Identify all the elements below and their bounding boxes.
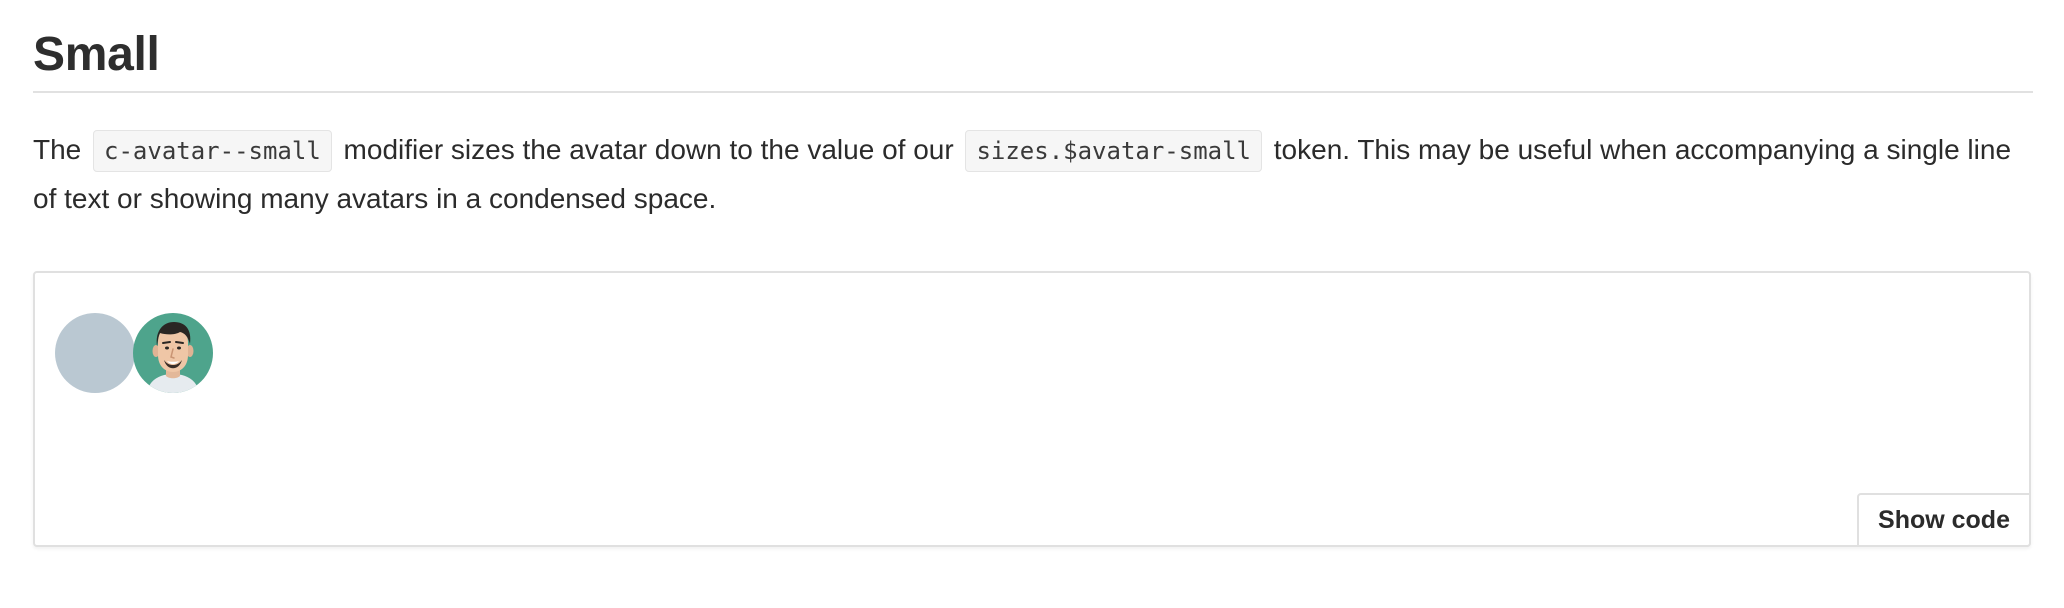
inline-code-modifier: c-avatar--small [93,130,332,172]
inline-code-token: sizes.$avatar-small [965,130,1262,172]
example-preview-panel: Show code [33,271,2031,547]
description-text: modifier sizes the avatar down to the va… [335,134,962,165]
section-description: The c-avatar--small modifier sizes the a… [33,126,2023,223]
section-heading: Small [33,28,160,81]
avatar-photo [133,313,213,393]
person-photo-icon [147,322,199,393]
description-text: The [33,134,90,165]
show-code-button[interactable]: Show code [1857,493,2031,547]
avatar-placeholder [55,313,135,393]
docs-section: Small The c-avatar--small modifier sizes… [33,0,2033,223]
heading-divider [33,91,2033,93]
